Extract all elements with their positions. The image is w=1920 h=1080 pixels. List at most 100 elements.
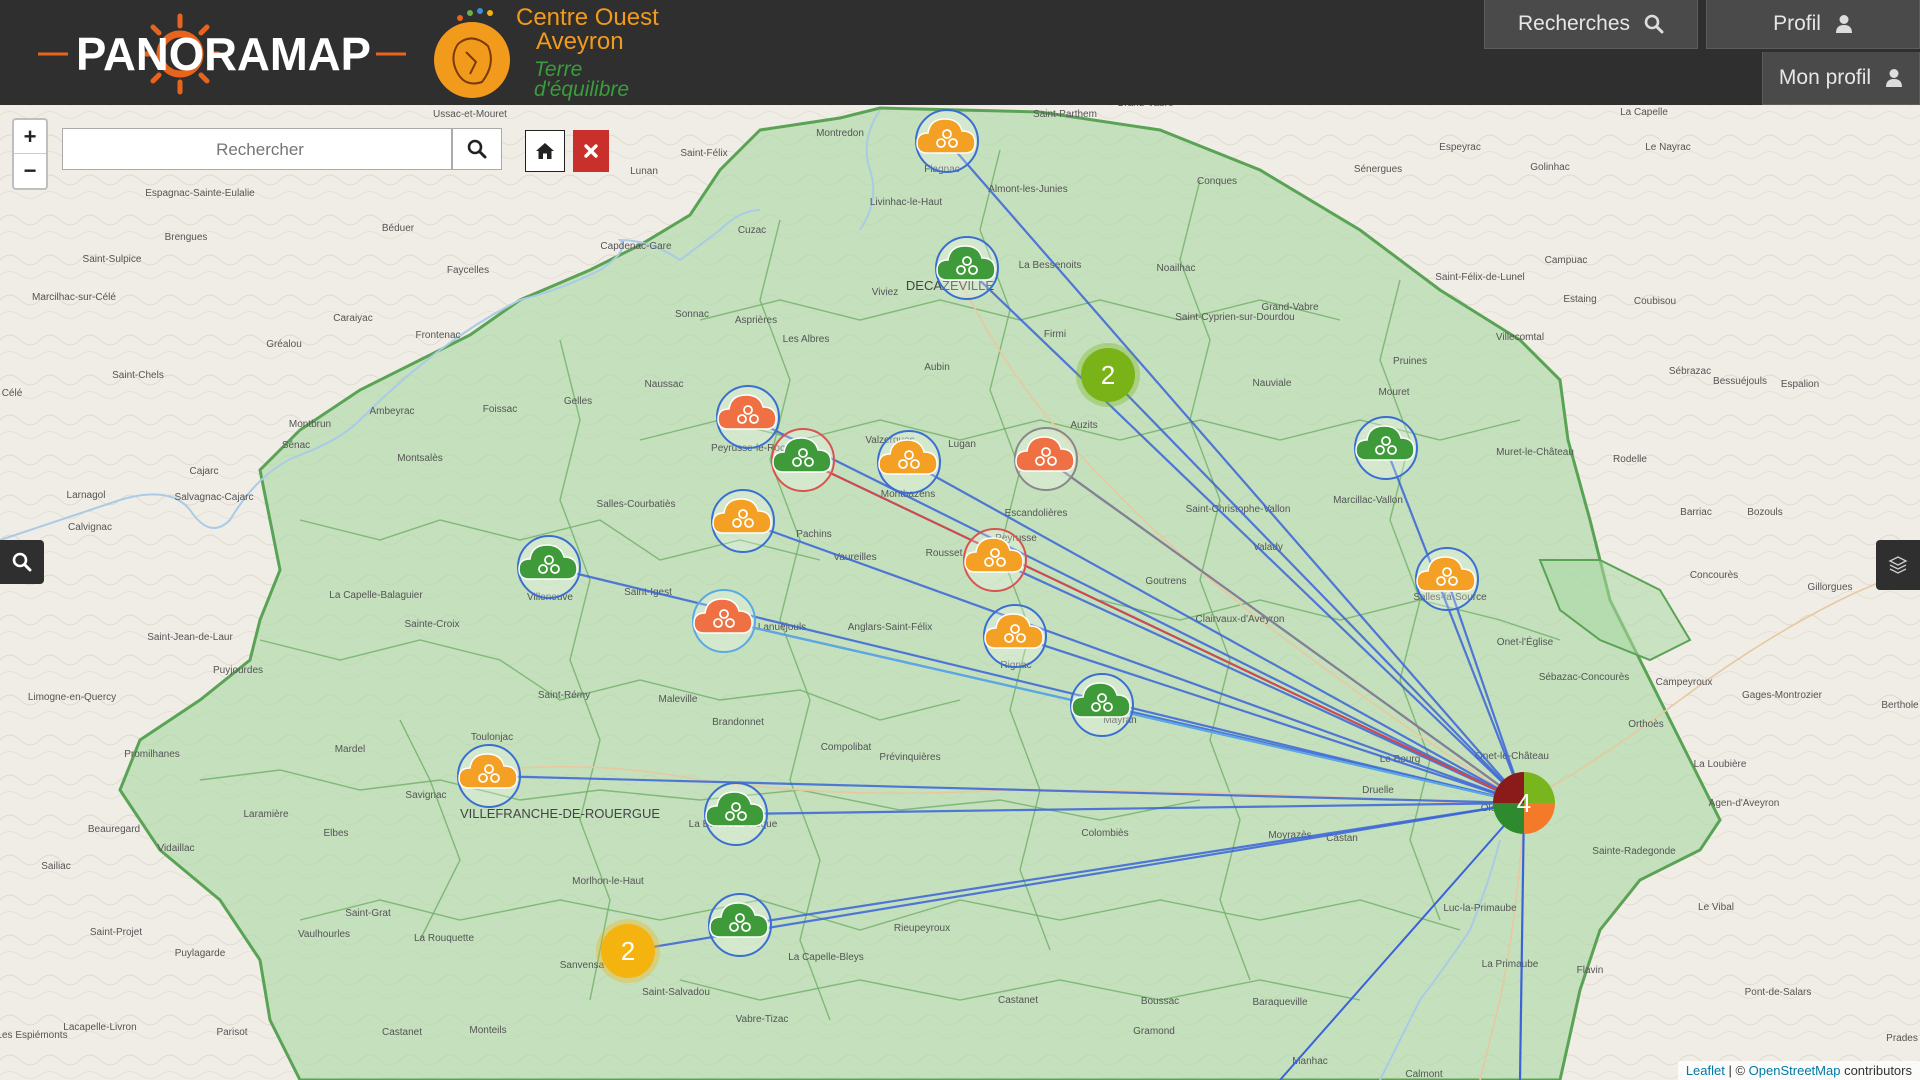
town-label: Ussac-et-Mouret xyxy=(433,109,507,120)
map-marker[interactable] xyxy=(915,109,979,173)
map-marker[interactable] xyxy=(708,893,772,957)
marker-cluster[interactable]: 2 xyxy=(596,919,660,983)
zoom-control: + − xyxy=(12,118,48,190)
zoom-in-button[interactable]: + xyxy=(14,120,46,154)
town-label: Parisot xyxy=(216,1027,247,1038)
town-label: Gages-Montrozier xyxy=(1742,690,1823,701)
map-search-input[interactable] xyxy=(63,129,457,171)
map-marker[interactable] xyxy=(692,589,756,653)
town-label: Estaing xyxy=(1563,294,1596,305)
town-label: Prades xyxy=(1886,1033,1918,1044)
town-label: La Capelle-Bleys xyxy=(788,952,864,963)
town-label: Conques xyxy=(1197,176,1237,187)
map-marker[interactable] xyxy=(517,535,581,599)
town-label: Marcilhac-sur-Célé xyxy=(32,292,116,303)
cluster-count: 2 xyxy=(1101,360,1115,390)
search-icon xyxy=(12,552,32,572)
town-label: Saint-Jean-de-Laur xyxy=(147,632,233,643)
map-marker[interactable] xyxy=(1014,427,1078,491)
recherches-button[interactable]: Recherches xyxy=(1484,0,1698,49)
map-attribution: Leaflet | © OpenStreetMap contributors xyxy=(1677,1061,1920,1080)
mon-profil-button[interactable]: Mon profil xyxy=(1762,52,1920,105)
partner-line-2: Aveyron xyxy=(536,28,624,55)
osm-link[interactable]: OpenStreetMap xyxy=(1749,1063,1841,1078)
svg-text:PANORAMAP: PANORAMAP xyxy=(76,28,371,80)
town-label: Salles-Courbatiès xyxy=(597,499,676,510)
town-label: Concourès xyxy=(1690,570,1738,581)
town-label: Béduer xyxy=(382,223,415,234)
town-label: La Rouquette xyxy=(414,933,474,944)
map-marker[interactable] xyxy=(877,430,941,494)
town-label: Almont-les-Junies xyxy=(988,184,1067,195)
town-label: Toulonjac xyxy=(471,732,513,743)
town-label: Castanet xyxy=(998,995,1038,1006)
town-label: Asprières xyxy=(735,315,777,326)
town-label: Pont-de-Salars xyxy=(1745,987,1812,998)
town-label: Sénac xyxy=(282,440,310,451)
layers-button[interactable] xyxy=(1876,540,1920,590)
marker-cluster[interactable]: 2 xyxy=(1076,343,1140,407)
town-label: Les Albres xyxy=(783,334,830,345)
map-search-button[interactable] xyxy=(452,128,502,170)
mon-profil-label: Mon profil xyxy=(1778,66,1872,89)
town-label: Elbes xyxy=(323,828,348,839)
search-icon xyxy=(467,139,487,159)
town-label: Brandonnet xyxy=(712,717,764,728)
town-label: Larnagol xyxy=(67,490,106,501)
town-label: Montsalès xyxy=(397,453,443,464)
town-label: Pruines xyxy=(1393,356,1427,367)
map-marker[interactable] xyxy=(457,744,521,808)
town-label: Saint-Igest xyxy=(624,587,672,598)
town-label: Pachins xyxy=(796,529,832,540)
map-marker[interactable] xyxy=(771,428,835,492)
search-icon xyxy=(1644,14,1664,34)
town-label: Cajarc xyxy=(190,466,219,477)
town-label: Sainte-Croix xyxy=(404,619,459,630)
town-label: Calmont xyxy=(1405,1069,1442,1080)
town-label: Saint-Félix xyxy=(680,148,727,159)
town-label: Brengues xyxy=(165,232,208,243)
town-label: Savignac xyxy=(405,790,446,801)
map-canvas[interactable]: Ussac-et-Mouret Montredon Saint-Parthem Gra… xyxy=(0,105,1920,1080)
profil-button[interactable]: Profil xyxy=(1706,0,1920,49)
home-button[interactable] xyxy=(525,130,565,172)
leaflet-link[interactable]: Leaflet xyxy=(1686,1063,1725,1078)
town-label: Sailiac xyxy=(41,861,70,872)
town-label: Clairvaux-d'Aveyron xyxy=(1196,614,1285,625)
side-search-button[interactable] xyxy=(0,540,44,584)
map-marker[interactable] xyxy=(716,385,780,449)
partner-logo[interactable]: Centre Ouest Aveyron Terre d'équilibre xyxy=(430,4,690,100)
town-label: Sénergues xyxy=(1354,164,1402,175)
town-label: Espagnac-Sainte-Eulalie xyxy=(145,188,255,199)
map-view[interactable]: Ussac-et-Mouret Montredon Saint-Parthem Gra… xyxy=(0,105,1920,1080)
map-marker[interactable] xyxy=(1415,547,1479,611)
town-label: Compolibat xyxy=(821,742,872,753)
user-icon xyxy=(1886,69,1903,87)
map-marker[interactable] xyxy=(983,604,1047,668)
town-label: Vabre-Tizac xyxy=(736,1014,789,1025)
home-icon xyxy=(536,143,554,159)
close-icon xyxy=(584,144,598,158)
town-label: La Loubière xyxy=(1694,759,1747,770)
town-label: Le Nayrac xyxy=(1645,142,1691,153)
town-label: Gréalou xyxy=(266,339,302,350)
town-label: Puyjourdes xyxy=(213,665,263,676)
town-label: Beauregard xyxy=(88,824,140,835)
map-marker[interactable] xyxy=(935,236,999,300)
top-bar: PANORAMAP Centre Ouest Aveyron Terre d'é… xyxy=(0,0,1920,105)
town-label: Firmi xyxy=(1044,329,1066,340)
map-marker[interactable] xyxy=(963,528,1027,592)
map-marker[interactable] xyxy=(1354,416,1418,480)
map-marker[interactable] xyxy=(711,489,775,553)
town-label: Luc-la-Primaube xyxy=(1443,903,1517,914)
zoom-out-button[interactable]: − xyxy=(14,154,46,187)
map-marker[interactable] xyxy=(1070,673,1134,737)
panoramap-logo[interactable]: PANORAMAP xyxy=(36,8,408,98)
town-label: Orthoès xyxy=(1628,719,1664,730)
town-label: Sébazac-Concourès xyxy=(1539,672,1630,683)
clear-button[interactable] xyxy=(573,130,609,172)
town-label: Salvagnac-Cajarc xyxy=(175,492,254,503)
town-label: VILLEFRANCHE-DE-ROUERGUE xyxy=(460,806,660,821)
map-marker[interactable] xyxy=(704,782,768,846)
profil-label: Profil xyxy=(1773,12,1821,35)
